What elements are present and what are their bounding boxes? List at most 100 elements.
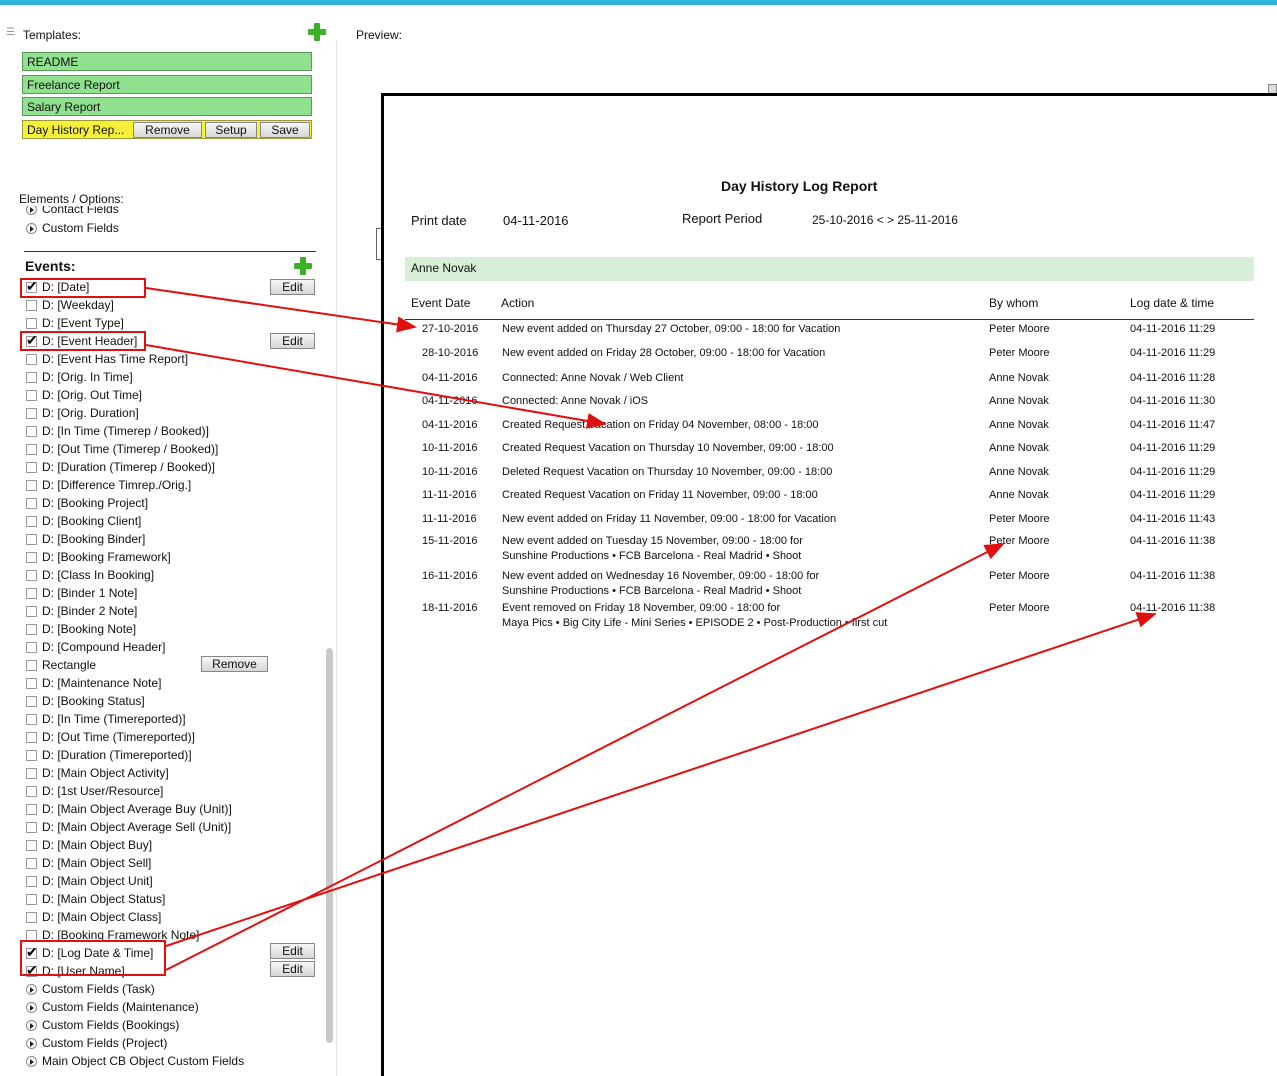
checkbox[interactable] (26, 462, 37, 473)
group-contact-fields[interactable]: Contact Fields (26, 206, 119, 218)
checkbox[interactable] (26, 678, 37, 689)
checkbox[interactable] (26, 894, 37, 905)
edit-date-button[interactable]: Edit (270, 279, 315, 295)
edit-log-date-button[interactable]: Edit (270, 943, 315, 959)
event-item[interactable]: D: [Main Object Average Sell (Unit)] (26, 818, 231, 836)
template-readme[interactable]: README (22, 52, 312, 71)
checkbox[interactable] (26, 318, 37, 329)
checkbox[interactable] (26, 426, 37, 437)
event-item[interactable]: D: [1st User/Resource] (26, 782, 163, 800)
add-event-plus-icon[interactable] (294, 257, 312, 275)
event-item[interactable]: D: [Duration (Timerep / Booked)] (26, 458, 215, 476)
checkbox[interactable] (26, 858, 37, 869)
checkbox[interactable] (26, 714, 37, 725)
cell-log: 04-11-2016 11:38 (1130, 570, 1216, 582)
checkbox[interactable] (26, 390, 37, 401)
checkbox[interactable] (26, 354, 37, 365)
checkbox[interactable] (26, 768, 37, 779)
template-save-button[interactable]: Save (260, 122, 310, 138)
event-item-label: D: [Main Object Activity] (42, 766, 169, 780)
event-item[interactable]: Rectangle (26, 656, 96, 674)
elements-scrollbar[interactable] (326, 648, 333, 1043)
checkbox[interactable] (26, 498, 37, 509)
checkbox[interactable] (26, 534, 37, 545)
checkbox[interactable] (26, 660, 37, 671)
checkbox[interactable] (26, 804, 37, 815)
checkbox[interactable] (26, 552, 37, 563)
checkbox[interactable] (26, 696, 37, 707)
event-item[interactable]: D: [Main Object Status] (26, 890, 165, 908)
event-item[interactable]: D: [Binder 1 Note] (26, 584, 137, 602)
event-item[interactable]: D: [Binder 2 Note] (26, 602, 137, 620)
event-item[interactable]: D: [Booking Framework] (26, 548, 171, 566)
event-item-label: D: [Binder 1 Note] (42, 586, 138, 600)
event-item[interactable]: D: [In Time (Timerep / Booked)] (26, 422, 209, 440)
checkbox[interactable] (26, 588, 37, 599)
event-item[interactable]: D: [Duration (Timereported)] (26, 746, 192, 764)
checkbox[interactable] (26, 840, 37, 851)
event-item[interactable]: D: [Compound Header] (26, 638, 165, 656)
cell-who: Peter Moore (989, 570, 1050, 582)
checkbox[interactable] (26, 570, 37, 581)
panel-menu-icon[interactable]: ☰ (6, 27, 15, 38)
event-item[interactable]: D: [Event Has Time Report] (26, 350, 188, 368)
checkbox[interactable] (26, 642, 37, 653)
checkbox[interactable] (26, 372, 37, 383)
event-item[interactable]: D: [Main Object Class] (26, 908, 161, 926)
group-item[interactable]: Custom Fields (Bookings) (26, 1016, 179, 1034)
template-freelance-report[interactable]: Freelance Report (22, 75, 312, 94)
event-item[interactable]: D: [Orig. Out Time] (26, 386, 142, 404)
edit-user-name-button[interactable]: Edit (270, 961, 315, 977)
checkbox[interactable] (26, 300, 37, 311)
edit-event-header-button[interactable]: Edit (270, 333, 315, 349)
checkbox[interactable] (26, 408, 37, 419)
event-item[interactable]: D: [Booking Client] (26, 512, 141, 530)
cell-log: 04-11-2016 11:29 (1130, 347, 1216, 359)
event-item[interactable]: D: [Maintenance Note] (26, 674, 161, 692)
checkbox[interactable] (26, 606, 37, 617)
event-item[interactable]: D: [Class In Booking] (26, 566, 154, 584)
event-item[interactable]: D: [Out Time (Timerep / Booked)] (26, 440, 218, 458)
event-item[interactable]: D: [Main Object Average Buy (Unit)] (26, 800, 232, 818)
expand-triangle-icon (26, 1002, 37, 1013)
event-item[interactable]: D: [Booking Binder] (26, 530, 145, 548)
checkbox[interactable] (26, 480, 37, 491)
event-item[interactable]: D: [Booking Status] (26, 692, 145, 710)
event-item[interactable]: D: [Out Time (Timereported)] (26, 728, 195, 746)
event-item[interactable]: D: [Main Object Unit] (26, 872, 153, 890)
group-item[interactable]: Custom Fields (Project) (26, 1034, 167, 1052)
event-item[interactable]: D: [In Time (Timereported)] (26, 710, 186, 728)
remove-rectangle-button[interactable]: Remove (201, 656, 268, 672)
group-item[interactable]: Main Object CB Object Custom Fields (26, 1052, 244, 1070)
event-item[interactable]: D: [Event Type] (26, 314, 124, 332)
checkbox[interactable] (26, 732, 37, 743)
template-remove-button[interactable]: Remove (133, 122, 202, 138)
checkbox[interactable] (26, 624, 37, 635)
event-item[interactable]: D: [Orig. In Time] (26, 368, 133, 386)
event-item[interactable]: D: [Booking Project] (26, 494, 148, 512)
event-item[interactable]: D: [Main Object Activity] (26, 764, 169, 782)
group-item[interactable]: Custom Fields (Maintenance) (26, 998, 199, 1016)
event-item[interactable]: D: [Booking Note] (26, 620, 136, 638)
group-item[interactable]: Custom Fields (Task) (26, 980, 155, 998)
event-item-label: D: [Duration (Timerep / Booked)] (42, 460, 215, 474)
event-item[interactable]: D: [Main Object Sell] (26, 854, 151, 872)
checkbox[interactable] (26, 786, 37, 797)
add-template-plus-icon[interactable] (308, 23, 326, 41)
cell-who: Peter Moore (989, 602, 1050, 614)
event-item[interactable]: D: [Weekday] (26, 296, 114, 314)
event-item[interactable]: D: [Orig. Duration] (26, 404, 139, 422)
checkbox[interactable] (26, 822, 37, 833)
template-salary-report[interactable]: Salary Report (22, 97, 312, 116)
checkbox[interactable] (26, 516, 37, 527)
checkbox[interactable] (26, 750, 37, 761)
cell-action: Event removed on Friday 18 November, 09:… (502, 602, 781, 614)
event-item[interactable]: D: [Main Object Buy] (26, 836, 152, 854)
template-setup-button[interactable]: Setup (205, 122, 257, 138)
cell-date: 10-11-2016 (422, 442, 478, 454)
checkbox[interactable] (26, 876, 37, 887)
checkbox[interactable] (26, 444, 37, 455)
checkbox[interactable] (26, 912, 37, 923)
group-custom-fields[interactable]: Custom Fields (26, 219, 119, 237)
event-item[interactable]: D: [Difference Timrep./Orig.] (26, 476, 191, 494)
